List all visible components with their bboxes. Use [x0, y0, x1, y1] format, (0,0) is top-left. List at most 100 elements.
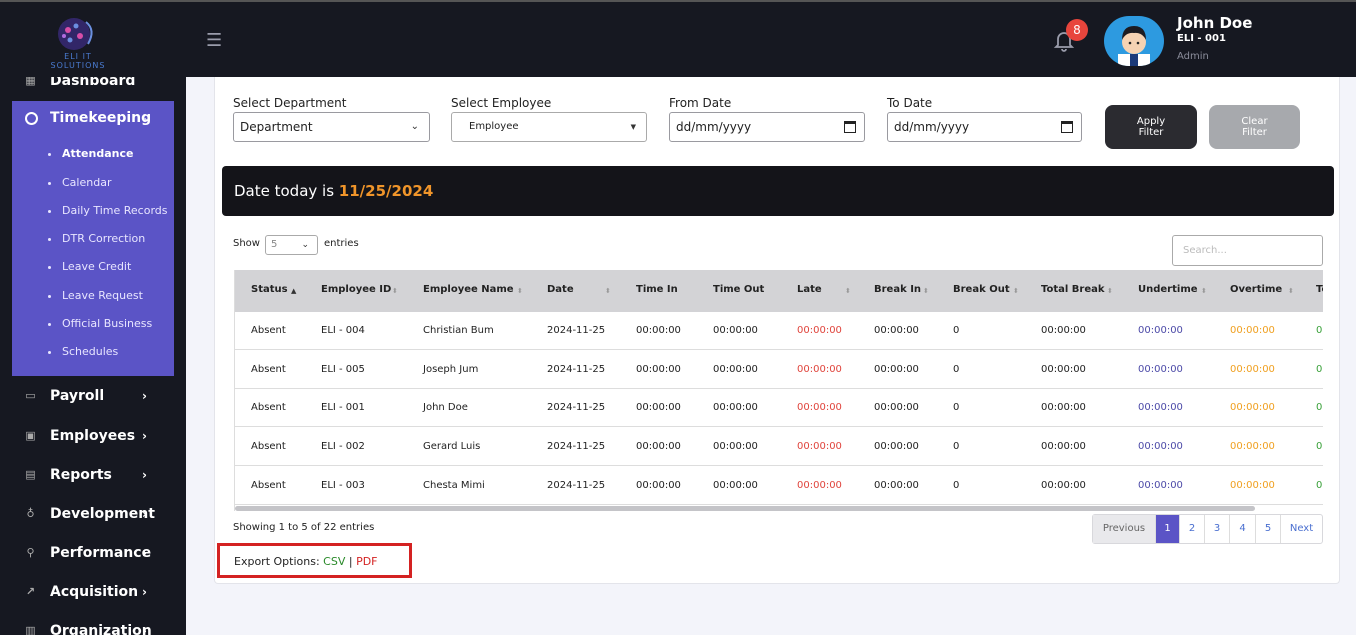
sort-icon[interactable]: ⬍ [392, 287, 398, 295]
column-header-employee-name[interactable]: Employee Name [423, 284, 514, 295]
apply-filter-label-line2: Filter [1138, 127, 1164, 138]
chevron-right-icon: › [142, 546, 147, 560]
cell-total: 0 [1316, 363, 1323, 375]
id-card-icon: ▣ [25, 429, 36, 442]
previous-page-button[interactable]: Previous [1093, 515, 1155, 543]
page-size-select[interactable]: 5 ⌄ [265, 235, 318, 255]
cell-time-in: 00:00:00 [636, 325, 681, 336]
grid-icon: ▦ [25, 77, 36, 87]
cell-undertime: 00:00:00 [1138, 441, 1183, 453]
cell-overtime: 00:00:00 [1230, 363, 1275, 375]
sort-ascending-icon[interactable]: ▲ [291, 287, 296, 295]
cell-total-break: 00:00:00 [1041, 325, 1086, 336]
cell-total: 0 [1316, 325, 1323, 336]
cell-time-in: 00:00:00 [636, 402, 681, 414]
sidebar-item-payroll[interactable]: ▭ Payroll › [24, 386, 184, 406]
notification-badge: 8 [1066, 19, 1088, 41]
sort-icon[interactable]: ⬍ [1288, 287, 1294, 295]
column-header-status[interactable]: Status [251, 284, 288, 295]
running-icon: ⚲ [26, 546, 35, 559]
sidebar-item-development[interactable]: ♁ Development › [24, 504, 184, 524]
calendar-icon[interactable] [844, 121, 856, 133]
horizontal-scrollbar[interactable] [235, 506, 1255, 511]
column-header-date[interactable]: Date [547, 284, 574, 295]
menu-toggle-icon[interactable]: ☰ [206, 32, 224, 50]
sort-icon[interactable]: ⬍ [923, 287, 929, 295]
sort-icon[interactable]: ⬍ [1013, 287, 1019, 295]
sidebar-item-label: Acquisition [50, 584, 139, 600]
table-row: Absent ELI - 004 Christian Bum 2024-11-25 00… [235, 312, 1323, 350]
logo-text: ELI IT SOLUTIONS [50, 52, 106, 70]
wallet-icon: ▭ [25, 389, 36, 402]
employee-select[interactable]: Employee ▼ [451, 112, 647, 142]
cell-employee-id: ELI - 002 [321, 441, 365, 453]
cell-late: 00:00:00 [797, 363, 842, 375]
to-date-input[interactable]: dd/mm/yyyy [887, 112, 1082, 142]
date-banner-date: 11/25/2024 [338, 182, 434, 200]
cell-time-out: 00:00:00 [713, 402, 758, 414]
column-header-total-break[interactable]: Total Break [1041, 284, 1105, 295]
sidebar-item-dashboard[interactable]: ▦ Dashboard [24, 77, 184, 91]
cell-status: Absent [251, 441, 286, 453]
column-header-late[interactable]: Late [797, 284, 822, 295]
clear-filter-button[interactable]: Clear Filter [1209, 105, 1300, 149]
company-logo[interactable]: ELI IT SOLUTIONS [44, 12, 112, 70]
pagination: Previous 1 2 3 4 5 Next [1092, 514, 1323, 544]
cell-status: Absent [251, 363, 286, 375]
cell-total-break: 00:00:00 [1041, 441, 1086, 453]
cell-date: 2024-11-25 [547, 402, 606, 414]
cell-break-out: 0 [953, 363, 960, 375]
employee-label: Select Employee [451, 96, 552, 110]
sort-icon[interactable]: ⬍ [1201, 287, 1207, 295]
page-2-button[interactable]: 2 [1179, 515, 1204, 543]
column-header-time-in[interactable]: Time In [636, 284, 678, 295]
sidebar-item-reports[interactable]: ▤ Reports › [24, 465, 184, 485]
column-header-overtime[interactable]: Overtime [1230, 284, 1282, 295]
sort-icon[interactable]: ⬍ [845, 287, 851, 295]
column-header-undertime[interactable]: Undertime [1138, 284, 1198, 295]
calendar-icon[interactable] [1061, 121, 1073, 133]
cell-employee-name: Gerard Luis [423, 441, 481, 453]
cell-date: 2024-11-25 [547, 441, 606, 453]
sidebar-item-employees[interactable]: ▣ Employees › [24, 426, 184, 446]
cell-late: 00:00:00 [797, 402, 842, 414]
sort-icon[interactable]: ⬍ [517, 287, 523, 295]
cell-employee-id: ELI - 001 [321, 402, 365, 414]
sidebar-item-organization[interactable]: ▥ Organization › [24, 621, 184, 635]
sidebar-item-acquisition[interactable]: ↗ Acquisition › [24, 582, 184, 602]
cell-employee-name: Joseph Jum [423, 363, 479, 375]
column-header-break-in[interactable]: Break In [874, 284, 921, 295]
cell-date: 2024-11-25 [547, 363, 606, 375]
column-header-employee-id[interactable]: Employee ID [321, 284, 391, 295]
search-input[interactable]: Search... [1172, 235, 1323, 266]
chevron-right-icon: › [142, 624, 147, 635]
next-page-button[interactable]: Next [1280, 515, 1322, 543]
column-header-total[interactable]: To [1316, 284, 1323, 295]
cell-status: Absent [251, 479, 286, 491]
apply-filter-button[interactable]: Apply Filter [1105, 105, 1197, 149]
cell-status: Absent [251, 325, 286, 336]
cell-late: 00:00:00 [797, 479, 842, 491]
chart-icon: ↗ [25, 585, 36, 598]
department-select[interactable]: Department ⌄ [233, 112, 430, 142]
column-header-break-out[interactable]: Break Out [953, 284, 1010, 295]
sort-icon[interactable]: ⬍ [1107, 287, 1113, 295]
export-pdf-link[interactable]: PDF [356, 555, 377, 568]
page-4-button[interactable]: 4 [1229, 515, 1255, 543]
employee-select-value: Employee [469, 121, 519, 132]
sort-icon[interactable]: ⬍ [605, 287, 611, 295]
top-bar: ELI IT SOLUTIONS ☰ 8 John Doe ELI - 001 … [0, 0, 1356, 77]
sidebar-item-timekeeping[interactable]: Timekeeping ⌄ Attendance Calendar Daily … [12, 101, 174, 376]
cell-overtime: 00:00:00 [1230, 441, 1275, 453]
attendance-table: Status ▲ Employee ID ⬍ Employee Name ⬍ Date ⬍ Ti… [234, 270, 1323, 511]
page-5-button[interactable]: 5 [1255, 515, 1280, 543]
from-date-input[interactable]: dd/mm/yyyy [669, 112, 865, 142]
sidebar-item-performance[interactable]: ⚲ Performance › [24, 543, 184, 563]
avatar[interactable] [1104, 16, 1164, 66]
page-1-button[interactable]: 1 [1155, 515, 1179, 543]
export-csv-link[interactable]: CSV [323, 555, 345, 568]
user-name: John Doe [1177, 14, 1253, 32]
page-3-button[interactable]: 3 [1204, 515, 1229, 543]
cell-total-break: 00:00:00 [1041, 363, 1086, 375]
column-header-time-out[interactable]: Time Out [713, 284, 764, 295]
